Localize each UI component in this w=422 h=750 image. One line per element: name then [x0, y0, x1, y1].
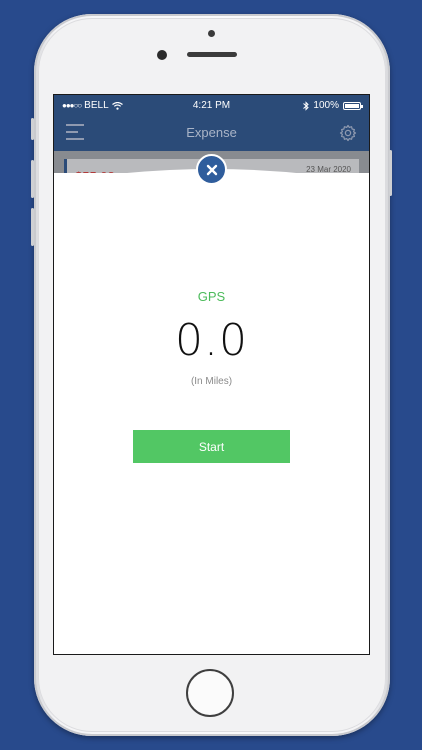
status-bar: ●●●○○ BELL 4:21 PM 100% — [54, 95, 369, 115]
distance-value: 0.0 — [175, 315, 248, 366]
screen: ●●●○○ BELL 4:21 PM 100% Expense 23 Mar 2… — [53, 94, 370, 655]
distance-unit: (In Miles) — [190, 376, 233, 387]
home-button[interactable] — [186, 669, 234, 717]
page-title: Expense — [186, 125, 237, 140]
power-button — [389, 150, 392, 196]
battery-percentage: 100% — [313, 100, 339, 111]
volume-down-button — [31, 208, 34, 246]
gps-label: GPS — [197, 289, 226, 304]
earpiece-speaker — [187, 52, 237, 57]
close-button[interactable] — [196, 154, 227, 185]
mute-switch — [31, 118, 34, 140]
start-button[interactable]: Start — [133, 430, 290, 463]
app-header: Expense — [54, 115, 369, 151]
status-right: 100% — [303, 100, 363, 111]
front-camera — [157, 50, 167, 60]
gps-sheet: GPS 0.0 (In Miles) Start — [54, 173, 369, 654]
gear-icon[interactable] — [339, 124, 357, 142]
bluetooth-icon — [303, 100, 310, 111]
battery-icon — [343, 101, 363, 110]
close-icon — [206, 164, 217, 175]
proximity-sensor — [208, 30, 215, 37]
volume-up-button — [31, 160, 34, 198]
